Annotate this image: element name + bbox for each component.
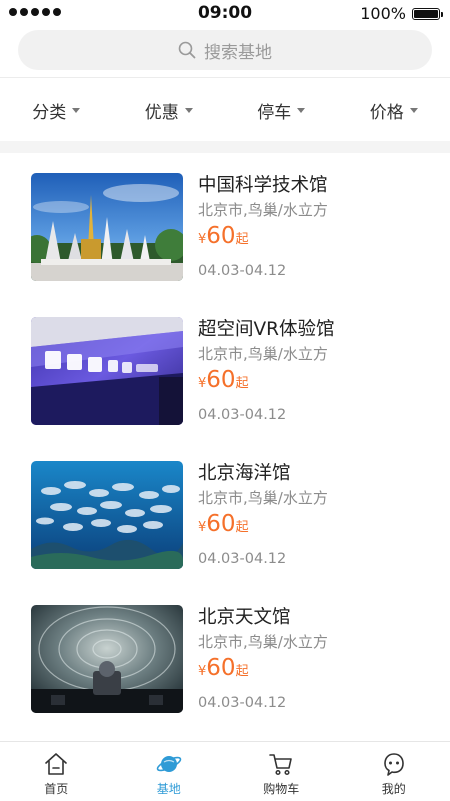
filter-category[interactable]: 分类 bbox=[0, 78, 113, 142]
venue-thumbnail-vr bbox=[31, 317, 183, 425]
venue-price: ¥60起 bbox=[198, 655, 249, 681]
price-amount: 60 bbox=[206, 655, 235, 681]
tab-base[interactable]: 基地 bbox=[113, 742, 226, 801]
price-suffix: 起 bbox=[236, 520, 249, 535]
venue-card[interactable]: 中国科学技术馆 北京市,鸟巢/水立方 ¥60起 04.03-04.12 bbox=[0, 153, 450, 297]
price-suffix: 起 bbox=[236, 376, 249, 391]
filter-parking[interactable]: 停车 bbox=[225, 78, 338, 142]
filter-label: 分类 bbox=[32, 98, 66, 123]
venue-thumbnail-aquarium bbox=[31, 461, 183, 569]
venue-dates: 04.03-04.12 bbox=[198, 263, 286, 279]
tab-cart[interactable]: 购物车 bbox=[225, 742, 338, 801]
venue-price: ¥60起 bbox=[198, 223, 249, 249]
filter-price[interactable]: 价格 bbox=[338, 78, 450, 142]
tab-label: 我的 bbox=[382, 780, 406, 797]
bottom-tab-bar: 首页 基地 购物车 我的 bbox=[0, 741, 450, 801]
cart-icon bbox=[268, 751, 294, 777]
venue-dates: 04.03-04.12 bbox=[198, 551, 286, 567]
tab-profile[interactable]: 我的 bbox=[338, 742, 450, 801]
caret-down-icon bbox=[185, 108, 193, 113]
filter-label: 停车 bbox=[257, 98, 291, 123]
section-divider bbox=[0, 141, 450, 153]
venue-dates: 04.03-04.12 bbox=[198, 695, 286, 711]
filter-label: 优惠 bbox=[145, 98, 179, 123]
venue-price: ¥60起 bbox=[198, 511, 249, 537]
filter-label: 价格 bbox=[370, 98, 404, 123]
profile-icon bbox=[381, 751, 407, 777]
tab-home[interactable]: 首页 bbox=[0, 742, 113, 801]
search-icon bbox=[178, 41, 196, 59]
status-bar: 09:00 100% bbox=[0, 0, 450, 26]
venue-location: 北京市,鸟巢/水立方 bbox=[198, 199, 328, 220]
battery-status: 100% bbox=[360, 4, 440, 23]
venue-location: 北京市,鸟巢/水立方 bbox=[198, 631, 328, 652]
tab-label: 首页 bbox=[44, 780, 68, 797]
price-amount: 60 bbox=[206, 511, 235, 537]
tab-label: 基地 bbox=[157, 780, 181, 797]
venue-location: 北京市,鸟巢/水立方 bbox=[198, 487, 328, 508]
home-icon bbox=[43, 751, 69, 777]
venue-title: 超空间VR体验馆 bbox=[198, 315, 335, 341]
filter-discount[interactable]: 优惠 bbox=[113, 78, 226, 142]
venue-dates: 04.03-04.12 bbox=[198, 407, 286, 423]
venue-location: 北京市,鸟巢/水立方 bbox=[198, 343, 328, 364]
price-amount: 60 bbox=[206, 223, 235, 249]
caret-down-icon bbox=[297, 108, 305, 113]
venue-title: 北京天文馆 bbox=[198, 603, 291, 629]
venue-title: 北京海洋馆 bbox=[198, 459, 291, 485]
venue-thumbnail-temple bbox=[31, 173, 183, 281]
planet-icon bbox=[156, 751, 182, 777]
price-amount: 60 bbox=[206, 367, 235, 393]
filter-bar: 分类 优惠 停车 价格 bbox=[0, 77, 450, 142]
venue-title: 中国科学技术馆 bbox=[198, 171, 328, 197]
caret-down-icon bbox=[410, 108, 418, 113]
battery-percent: 100% bbox=[360, 4, 406, 23]
venue-card[interactable]: 超空间VR体验馆 北京市,鸟巢/水立方 ¥60起 04.03-04.12 bbox=[0, 297, 450, 441]
venue-card[interactable]: 北京天文馆 北京市,鸟巢/水立方 ¥60起 04.03-04.12 bbox=[0, 585, 450, 729]
venue-card[interactable]: 北京海洋馆 北京市,鸟巢/水立方 ¥60起 04.03-04.12 bbox=[0, 441, 450, 585]
price-suffix: 起 bbox=[236, 664, 249, 679]
search-bar[interactable]: 搜索基地 bbox=[18, 30, 432, 70]
venue-list: 中国科学技术馆 北京市,鸟巢/水立方 ¥60起 04.03-04.12 bbox=[0, 153, 450, 729]
venue-thumbnail-planetarium bbox=[31, 605, 183, 713]
tab-label: 购物车 bbox=[263, 780, 299, 797]
caret-down-icon bbox=[72, 108, 80, 113]
search-placeholder: 搜索基地 bbox=[204, 38, 272, 63]
price-suffix: 起 bbox=[236, 232, 249, 247]
venue-price: ¥60起 bbox=[198, 367, 249, 393]
battery-icon bbox=[412, 8, 440, 20]
